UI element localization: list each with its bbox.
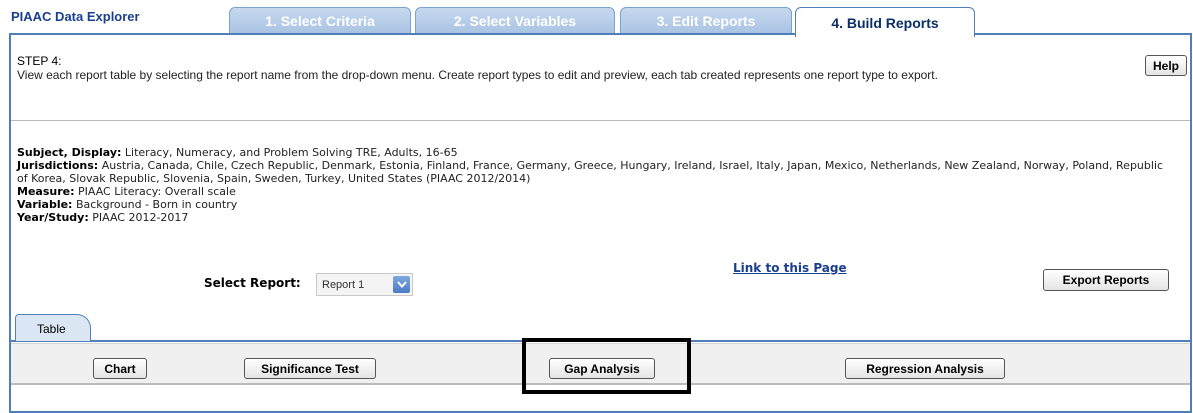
gap-analysis-button[interactable]: Gap Analysis xyxy=(549,358,655,379)
jurisdictions-row: Jurisdictions: Austria, Canada, Chile, C… xyxy=(17,159,1177,185)
divider xyxy=(11,120,1190,121)
chevron-down-icon[interactable] xyxy=(393,276,410,293)
subject-label: Subject, Display: xyxy=(17,146,122,159)
subject-row: Subject, Display: Literacy, Numeracy, an… xyxy=(17,146,1177,159)
measure-value: PIAAC Literacy: Overall scale xyxy=(78,185,236,198)
significance-test-button[interactable]: Significance Test xyxy=(244,358,376,379)
measure-label: Measure: xyxy=(17,185,75,198)
select-report-label: Select Report: xyxy=(204,276,301,290)
measure-row: Measure: PIAAC Literacy: Overall scale xyxy=(17,185,1177,198)
tab-select-variables[interactable]: 2. Select Variables xyxy=(415,7,615,34)
link-to-page[interactable]: Link to this Page xyxy=(733,261,847,275)
help-button[interactable]: Help xyxy=(1145,55,1187,76)
tab-build-reports[interactable]: 4. Build Reports xyxy=(795,7,975,37)
variable-value: Background - Born in country xyxy=(75,198,238,211)
tab-table[interactable]: Table xyxy=(15,314,91,341)
report-select[interactable]: Report 1 xyxy=(316,273,413,296)
report-select-value: Report 1 xyxy=(322,279,365,291)
chart-button[interactable]: Chart xyxy=(93,358,147,379)
year-value: PIAAC 2012-2017 xyxy=(92,211,189,224)
export-reports-button[interactable]: Export Reports xyxy=(1043,269,1169,291)
step-description: View each report table by selecting the … xyxy=(17,68,938,82)
step-title: STEP 4: xyxy=(17,54,62,68)
regression-analysis-button[interactable]: Regression Analysis xyxy=(845,358,1005,379)
variable-label: Variable: xyxy=(17,198,73,211)
app-title: PIAAC Data Explorer xyxy=(11,9,140,24)
subject-value: Literacy, Numeracy, and Problem Solving … xyxy=(124,146,458,159)
criteria-summary: Subject, Display: Literacy, Numeracy, an… xyxy=(17,146,1177,224)
tab-select-criteria[interactable]: 1. Select Criteria xyxy=(229,7,411,34)
variable-row: Variable: Background - Born in country xyxy=(17,198,1177,211)
subtab-line xyxy=(11,340,1190,342)
year-label: Year/Study: xyxy=(17,211,89,224)
year-row: Year/Study: PIAAC 2012-2017 xyxy=(17,211,1177,224)
jurisdictions-value: Austria, Canada, Chile, Czech Republic, … xyxy=(17,159,1164,185)
tab-table-label: Table xyxy=(37,322,66,336)
tab-edit-reports[interactable]: 3. Edit Reports xyxy=(620,7,792,34)
jurisdictions-label: Jurisdictions: xyxy=(17,159,99,172)
